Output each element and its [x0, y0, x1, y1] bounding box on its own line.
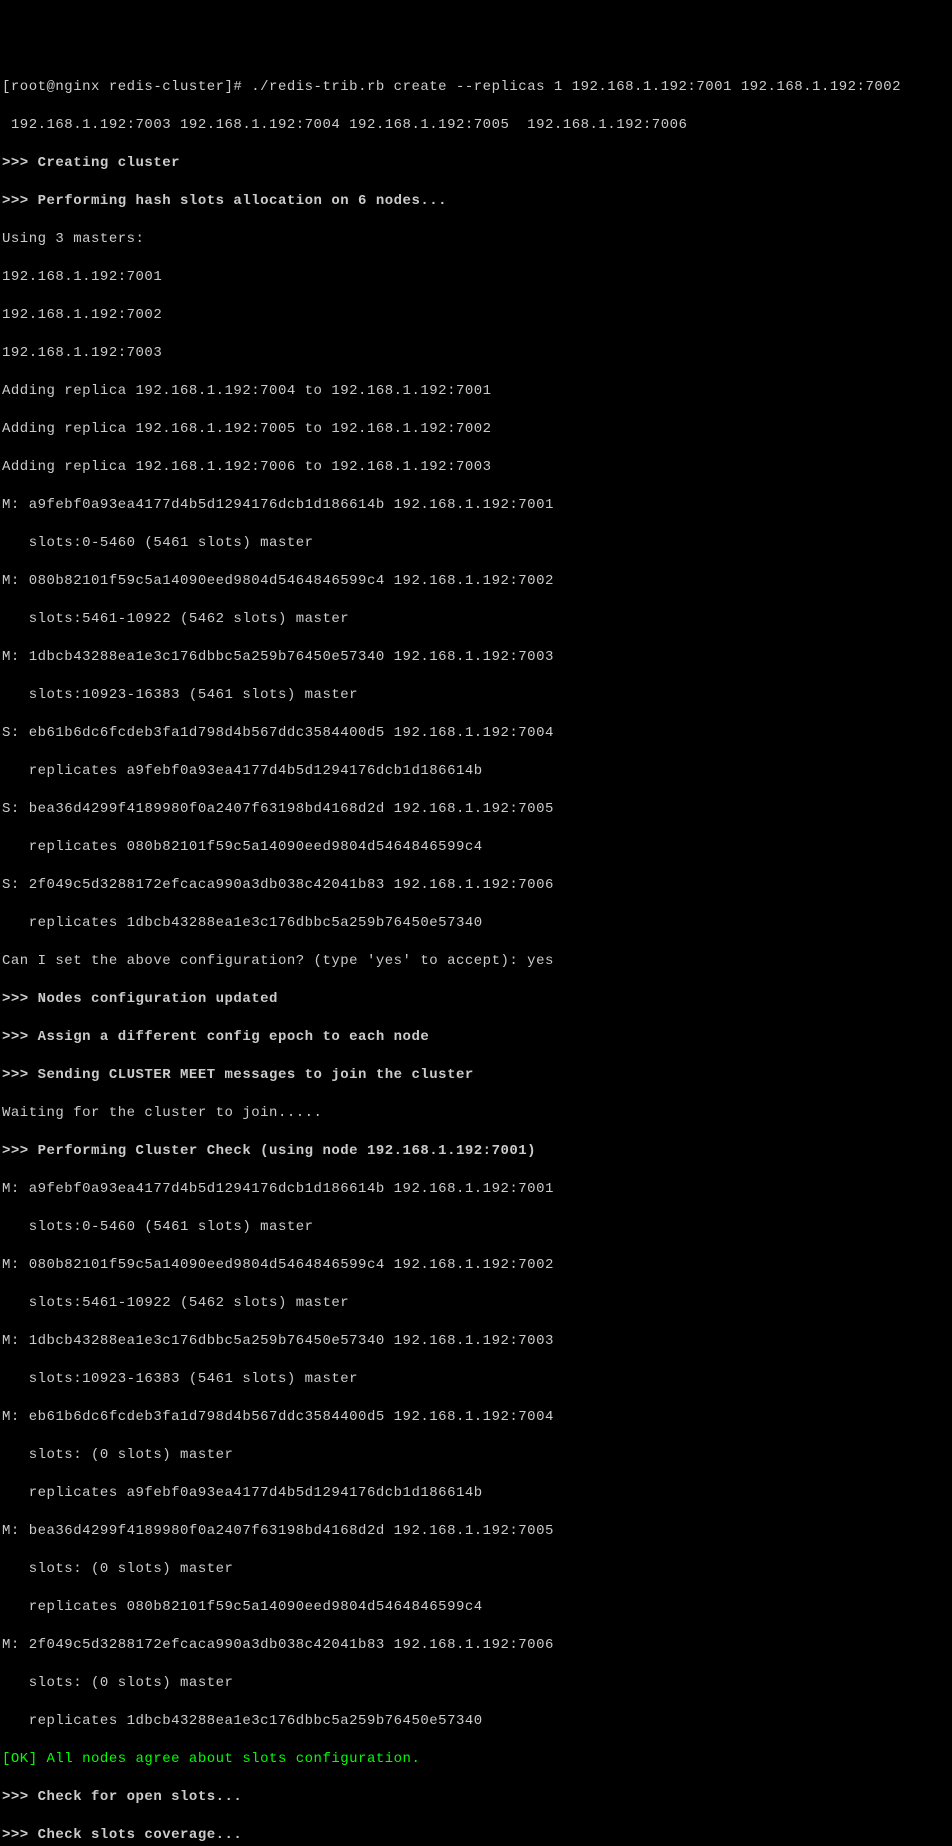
terminal-line: M: a9febf0a93ea4177d4b5d1294176dcb1d1866… — [2, 496, 950, 515]
terminal-line: >>> Check for open slots... — [2, 1788, 950, 1807]
terminal-line: replicates 1dbcb43288ea1e3c176dbbc5a259b… — [2, 914, 950, 933]
terminal-line: >>> Assign a different config epoch to e… — [2, 1028, 950, 1047]
terminal-line: M: 1dbcb43288ea1e3c176dbbc5a259b76450e57… — [2, 648, 950, 667]
terminal-line: slots:0-5460 (5461 slots) master — [2, 1218, 950, 1237]
ok-line: [OK] All nodes agree about slots configu… — [2, 1750, 950, 1769]
terminal-line: M: 2f049c5d3288172efcaca990a3db038c42041… — [2, 1636, 950, 1655]
terminal-line: >>> Performing Cluster Check (using node… — [2, 1142, 950, 1161]
terminal-line: >>> Performing hash slots allocation on … — [2, 192, 950, 211]
terminal-line: slots:10923-16383 (5461 slots) master — [2, 1370, 950, 1389]
terminal-line: >>> Sending CLUSTER MEET messages to joi… — [2, 1066, 950, 1085]
terminal-line: replicates 080b82101f59c5a14090eed9804d5… — [2, 838, 950, 857]
terminal-line: replicates a9febf0a93ea4177d4b5d1294176d… — [2, 762, 950, 781]
terminal-line: M: bea36d4299f4189980f0a2407f63198bd4168… — [2, 1522, 950, 1541]
terminal-line: M: eb61b6dc6fcdeb3fa1d798d4b567ddc358440… — [2, 1408, 950, 1427]
terminal-line: M: 1dbcb43288ea1e3c176dbbc5a259b76450e57… — [2, 1332, 950, 1351]
terminal-line: slots: (0 slots) master — [2, 1560, 950, 1579]
shell-command: ./redis-trib.rb create --replicas 1 192.… — [251, 79, 901, 95]
terminal-line: S: eb61b6dc6fcdeb3fa1d798d4b567ddc358440… — [2, 724, 950, 743]
terminal-line: M: 080b82101f59c5a14090eed9804d546484659… — [2, 572, 950, 591]
terminal-line: slots: (0 slots) master — [2, 1446, 950, 1465]
terminal-line: slots:5461-10922 (5462 slots) master — [2, 1294, 950, 1313]
terminal-line: slots:0-5460 (5461 slots) master — [2, 534, 950, 553]
terminal-line: 192.168.1.192:7003 192.168.1.192:7004 19… — [2, 116, 950, 135]
terminal-line: slots:10923-16383 (5461 slots) master — [2, 686, 950, 705]
terminal-line: >>> Check slots coverage... — [2, 1826, 950, 1845]
terminal-line: Adding replica 192.168.1.192:7006 to 192… — [2, 458, 950, 477]
terminal-line: >>> Creating cluster — [2, 154, 950, 173]
terminal-line: slots:5461-10922 (5462 slots) master — [2, 610, 950, 629]
terminal-line: 192.168.1.192:7001 — [2, 268, 950, 287]
terminal-line: Using 3 masters: — [2, 230, 950, 249]
shell-prompt: [root@nginx redis-cluster]# — [2, 79, 251, 95]
terminal-line: >>> Nodes configuration updated — [2, 990, 950, 1009]
terminal-line: Adding replica 192.168.1.192:7004 to 192… — [2, 382, 950, 401]
terminal-line: Adding replica 192.168.1.192:7005 to 192… — [2, 420, 950, 439]
terminal-line: replicates 1dbcb43288ea1e3c176dbbc5a259b… — [2, 1712, 950, 1731]
terminal-line: [root@nginx redis-cluster]# ./redis-trib… — [2, 78, 950, 97]
terminal-line: 192.168.1.192:7003 — [2, 344, 950, 363]
terminal-line: replicates a9febf0a93ea4177d4b5d1294176d… — [2, 1484, 950, 1503]
terminal-line: M: 080b82101f59c5a14090eed9804d546484659… — [2, 1256, 950, 1275]
terminal-line: S: bea36d4299f4189980f0a2407f63198bd4168… — [2, 800, 950, 819]
terminal-line: Can I set the above configuration? (type… — [2, 952, 950, 971]
terminal-line: M: a9febf0a93ea4177d4b5d1294176dcb1d1866… — [2, 1180, 950, 1199]
terminal-line: Waiting for the cluster to join..... — [2, 1104, 950, 1123]
terminal-line: S: 2f049c5d3288172efcaca990a3db038c42041… — [2, 876, 950, 895]
terminal-line: replicates 080b82101f59c5a14090eed9804d5… — [2, 1598, 950, 1617]
terminal-line: slots: (0 slots) master — [2, 1674, 950, 1693]
terminal-line: 192.168.1.192:7002 — [2, 306, 950, 325]
